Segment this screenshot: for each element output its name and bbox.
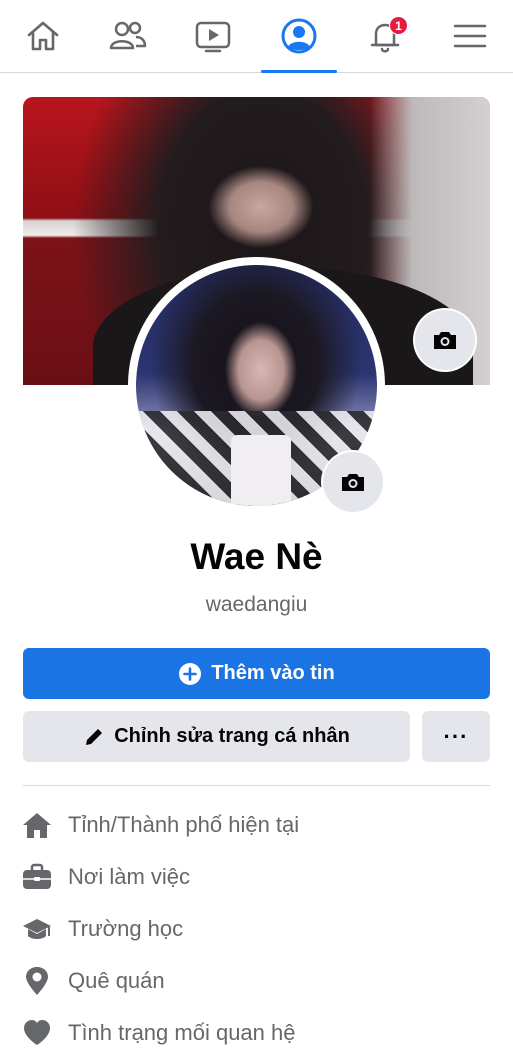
profile-name: Wae Nè bbox=[190, 536, 323, 577]
detail-school[interactable]: Trường học bbox=[22, 909, 492, 949]
edit-profile-label: Chỉnh sửa trang cá nhân bbox=[114, 725, 350, 747]
home-icon bbox=[22, 810, 52, 840]
video-icon bbox=[195, 21, 231, 53]
detail-label: Quê quán bbox=[68, 968, 165, 993]
camera-icon bbox=[342, 474, 364, 491]
nav-tab-friends[interactable] bbox=[98, 0, 158, 72]
hamburger-icon bbox=[453, 24, 487, 48]
plus-circle-icon bbox=[179, 662, 202, 685]
heart-icon bbox=[22, 1018, 52, 1048]
add-to-story-button[interactable]: Thêm vào tin bbox=[23, 648, 490, 699]
nav-tab-menu[interactable] bbox=[440, 0, 500, 72]
detail-hometown[interactable]: Quê quán bbox=[22, 961, 492, 1001]
detail-label: Tình trạng mối quan hệ bbox=[68, 1020, 296, 1045]
edit-profile-picture-button[interactable] bbox=[323, 452, 383, 512]
detail-workplace[interactable]: Nơi làm việc bbox=[22, 857, 492, 897]
add-to-story-label: Thêm vào tin bbox=[211, 662, 335, 684]
edit-cover-photo-button[interactable] bbox=[415, 310, 475, 370]
detail-relationship[interactable]: Tình trạng mối quan hệ bbox=[22, 1013, 492, 1053]
more-options-button[interactable]: ··· bbox=[422, 711, 490, 762]
pencil-icon bbox=[86, 728, 103, 745]
profile-picture-shirt bbox=[231, 435, 291, 506]
nav-tab-home[interactable] bbox=[13, 0, 73, 72]
nav-tab-watch[interactable] bbox=[183, 0, 243, 72]
detail-label: Tỉnh/Thành phố hiện tại bbox=[68, 812, 300, 837]
detail-label: Nơi làm việc bbox=[68, 864, 190, 889]
friends-icon bbox=[109, 21, 147, 50]
detail-current-city[interactable]: Tỉnh/Thành phố hiện tại bbox=[22, 805, 492, 845]
camera-icon bbox=[434, 332, 456, 349]
profile-username: waedangiu bbox=[205, 593, 308, 616]
more-options-label: ··· bbox=[443, 723, 469, 749]
notification-badge: 1 bbox=[389, 16, 408, 35]
top-navigation-bar: 1 bbox=[0, 0, 513, 73]
nav-tab-notifications[interactable]: 1 bbox=[355, 0, 415, 72]
nav-tab-profile[interactable] bbox=[261, 0, 337, 73]
profile-icon bbox=[281, 18, 317, 54]
edit-profile-button[interactable]: Chỉnh sửa trang cá nhân bbox=[23, 711, 410, 762]
detail-label: Trường học bbox=[68, 916, 184, 941]
home-icon bbox=[27, 21, 59, 51]
location-pin-icon bbox=[22, 966, 52, 996]
section-divider bbox=[23, 785, 490, 786]
graduation-cap-icon bbox=[22, 914, 52, 944]
briefcase-icon bbox=[22, 862, 52, 892]
